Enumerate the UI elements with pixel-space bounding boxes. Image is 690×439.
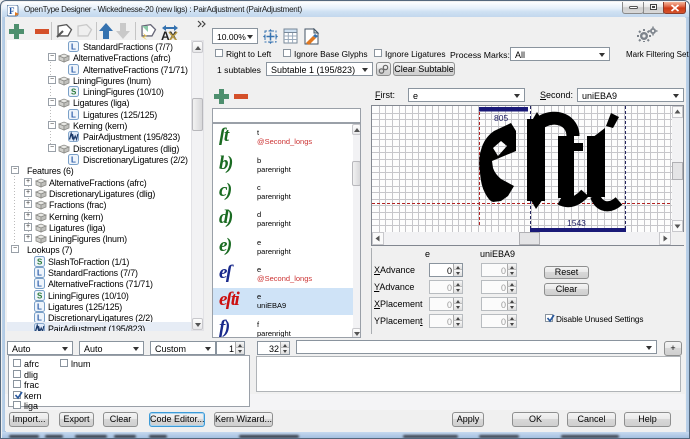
svg-text:S: S: [37, 258, 43, 267]
svg-text:L: L: [71, 111, 76, 120]
svg-text:L: L: [71, 43, 76, 52]
svg-text:L: L: [37, 303, 42, 312]
svg-text:F: F: [9, 6, 15, 16]
svg-text:L: L: [71, 66, 76, 75]
svg-text:S: S: [71, 88, 77, 97]
svg-text:L: L: [71, 156, 76, 165]
svg-text:L: L: [37, 269, 42, 278]
svg-text:L: L: [37, 280, 42, 289]
svg-text:805: 805: [494, 113, 508, 123]
svg-text:S: S: [37, 292, 43, 301]
svg-text:1543: 1543: [567, 218, 586, 228]
